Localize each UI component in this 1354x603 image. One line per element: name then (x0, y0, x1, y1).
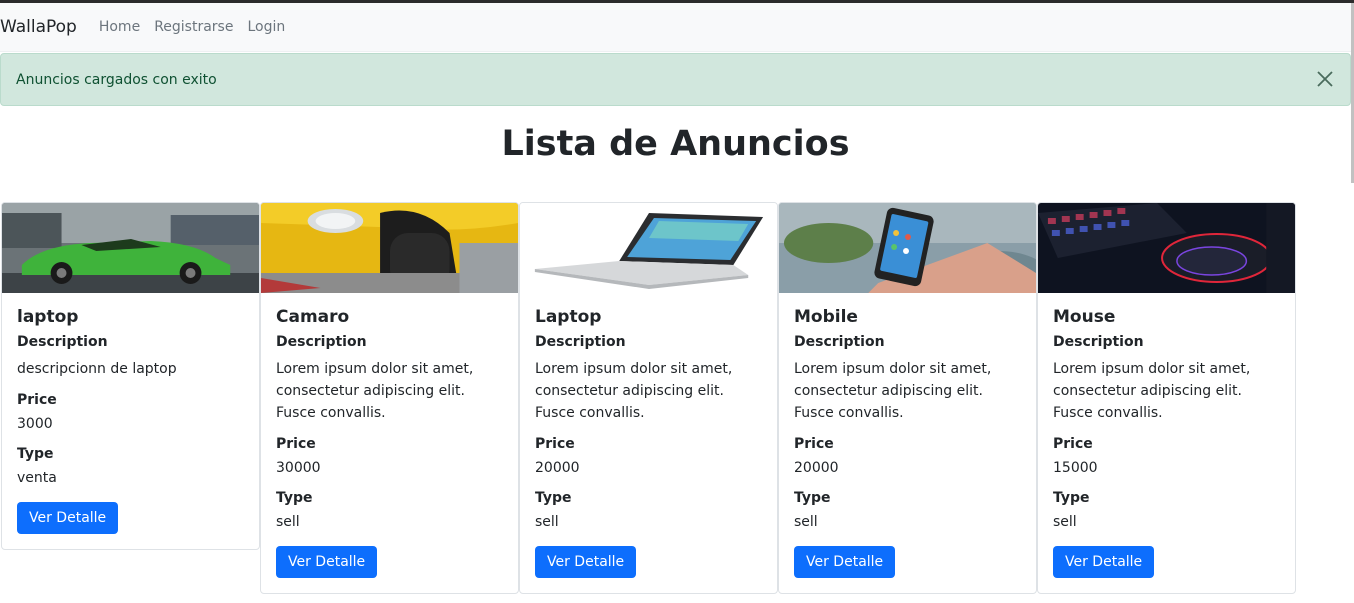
ad-title: laptop (17, 307, 79, 327)
type-label: Type (276, 490, 313, 506)
ad-title: Laptop (535, 307, 602, 327)
price-label: Price (535, 436, 575, 452)
ver-detalle-button[interactable]: Ver Detalle (276, 546, 378, 578)
description-label: Description (535, 334, 626, 350)
page-title: Lista de Anuncios (501, 124, 850, 164)
navbar: WallaPop Home Registrarse Login (0, 3, 1354, 52)
ad-type: sell (794, 514, 818, 530)
success-alert: Anuncios cargados con exito (0, 53, 1351, 106)
type-label: Type (17, 446, 54, 462)
ad-description: Lorem ipsum dolor sit amet, consectetur … (535, 361, 733, 421)
ad-type: sell (535, 514, 559, 530)
yellow-car-image (261, 203, 518, 293)
ad-card: Camaro Description Lorem ipsum dolor sit… (260, 202, 519, 594)
nav-home-link[interactable]: Home (99, 19, 140, 35)
ad-price: 20000 (794, 460, 839, 476)
description-label: Description (794, 334, 885, 350)
type-label: Type (794, 490, 831, 506)
ad-title: Camaro (276, 307, 350, 327)
ad-card: Laptop Description Lorem ipsum dolor sit… (519, 202, 778, 594)
description-label: Description (1053, 334, 1144, 350)
description-label: Description (276, 334, 367, 350)
ver-detalle-button[interactable]: Ver Detalle (1053, 546, 1155, 578)
ad-card: Mobile Description Lorem ipsum dolor sit… (778, 202, 1037, 594)
ad-card: Mouse Description Lorem ipsum dolor sit … (1037, 202, 1296, 594)
ad-type: venta (17, 470, 57, 486)
gaming-mouse-image (1038, 203, 1295, 293)
price-label: Price (794, 436, 834, 452)
price-label: Price (1053, 436, 1093, 452)
smartphone-image (779, 203, 1036, 293)
ad-description: Lorem ipsum dolor sit amet, consectetur … (794, 361, 992, 421)
ver-detalle-button[interactable]: Ver Detalle (17, 502, 119, 534)
green-sports-car-image (2, 203, 259, 293)
ad-type: sell (276, 514, 300, 530)
description-label: Description (17, 334, 108, 350)
ver-detalle-button[interactable]: Ver Detalle (794, 546, 896, 578)
ad-title: Mouse (1053, 307, 1116, 327)
ad-price: 30000 (276, 460, 321, 476)
ad-description: Lorem ipsum dolor sit amet, consectetur … (1053, 361, 1251, 421)
type-label: Type (535, 490, 572, 506)
laptop-image (520, 203, 777, 293)
price-label: Price (17, 392, 57, 408)
ad-price: 3000 (17, 416, 53, 432)
ad-title: Mobile (794, 307, 858, 327)
close-icon[interactable] (1316, 70, 1334, 88)
ad-description: Lorem ipsum dolor sit amet, consectetur … (276, 361, 474, 421)
ver-detalle-button[interactable]: Ver Detalle (535, 546, 637, 578)
type-label: Type (1053, 490, 1090, 506)
brand-logo[interactable]: WallaPop (0, 17, 77, 37)
ad-price: 20000 (535, 460, 580, 476)
nav-login-link[interactable]: Login (247, 19, 285, 35)
price-label: Price (276, 436, 316, 452)
ad-price: 15000 (1053, 460, 1098, 476)
alert-message: Anuncios cargados con exito (16, 71, 217, 88)
ad-description: descripcionn de laptop (17, 361, 177, 377)
nav-register-link[interactable]: Registrarse (154, 19, 233, 35)
ad-card: laptop Description descripcionn de lapto… (1, 202, 260, 550)
ad-type: sell (1053, 514, 1077, 530)
